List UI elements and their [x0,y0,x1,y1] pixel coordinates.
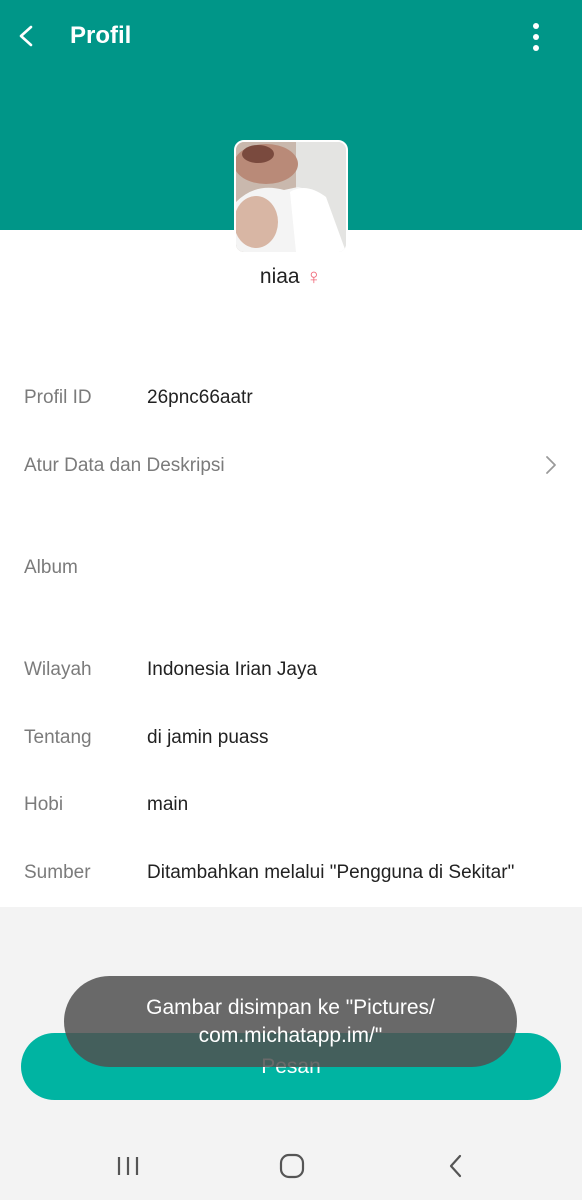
profile-id-row: Profil ID 26pnc66aatr [24,378,558,418]
recent-apps-icon [117,1157,139,1175]
toast-notification: Gambar disimpan ke "Pictures/ com.michat… [64,976,517,1067]
about-row: Tentang di jamin puass [24,718,558,758]
system-navigation-bar [0,1130,582,1200]
source-value: Ditambahkan melalui "Pengguna di Sekitar… [147,862,515,883]
about-label: Tentang [24,727,92,748]
region-label: Wilayah [24,659,92,680]
source-row: Sumber Ditambahkan melalui "Pengguna di … [24,853,558,893]
toast-line-2: com.michatapp.im/" [198,1023,383,1047]
about-value: di jamin puass [147,727,269,748]
more-options-button[interactable] [520,20,552,54]
avatar[interactable] [234,140,348,254]
source-label: Sumber [24,862,91,883]
profile-photo [236,142,346,252]
profile-id-label: Profil ID [24,387,92,408]
hobby-row: Hobi main [24,785,558,825]
hobby-label: Hobi [24,794,64,815]
back-button[interactable] [10,20,42,52]
username: niaa [259,265,300,288]
home-icon [279,1153,305,1179]
chevron-left-icon [19,25,33,47]
toast-line-1: Gambar disimpan ke "Pictures/ [146,995,435,1019]
hobby-value: main [147,794,189,815]
album-label: Album [24,557,78,578]
system-back-button[interactable] [436,1150,476,1182]
manage-data-label: Atur Data dan Deskripsi [24,455,225,476]
album-row[interactable]: Album [24,548,558,588]
page-title: Profil [70,22,132,49]
chevron-right-icon [546,456,556,474]
profile-id-value: 26pnc66aatr [147,387,253,408]
more-vertical-icon [533,23,539,51]
username-row: niaa ♀ [0,264,582,290]
region-row: Wilayah Indonesia Irian Jaya [24,650,558,690]
back-icon [449,1154,462,1178]
female-gender-icon: ♀ [305,264,323,289]
region-value: Indonesia Irian Jaya [147,659,318,680]
recent-apps-button[interactable] [108,1150,148,1182]
manage-data-description-row[interactable]: Atur Data dan Deskripsi [24,446,558,486]
home-button[interactable] [272,1150,312,1182]
